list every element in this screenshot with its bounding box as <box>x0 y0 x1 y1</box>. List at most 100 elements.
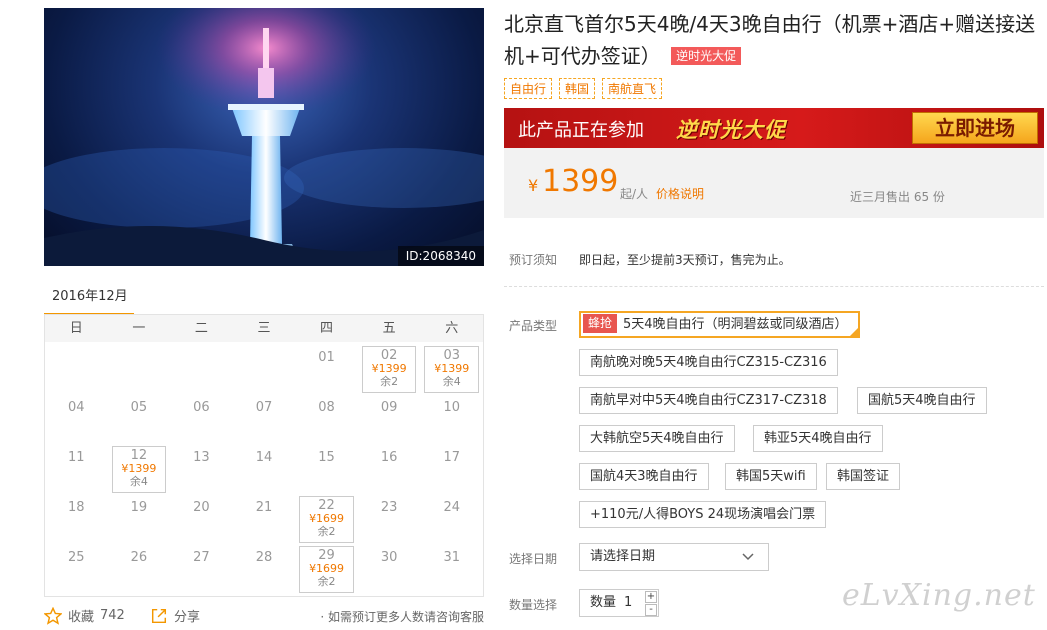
calendar-day: 09 <box>358 394 421 444</box>
day-remaining: 余2 <box>380 375 399 388</box>
day-number: 25 <box>68 550 85 565</box>
quantity-stepper: 数量 1 + - <box>579 589 659 617</box>
product-hero-image: ID:2068340 <box>44 8 484 266</box>
calendar-day: 16 <box>358 444 421 494</box>
quantity-increase-button[interactable]: + <box>645 591 657 603</box>
price-box: ¥ 1399 起/人 价格说明 近三月售出 65 份 <box>504 148 1044 218</box>
product-option-selected[interactable]: 蜂抢 5天4晚自由行（明洞碧兹或同级酒店） <box>579 311 860 338</box>
calendar-day-available[interactable]: 02 ¥1399 余2 <box>358 344 421 394</box>
day-number: 13 <box>193 450 210 465</box>
calendar-day: 19 <box>108 494 171 544</box>
quantity-value[interactable]: 1 <box>624 590 632 616</box>
day-number: 30 <box>380 550 398 565</box>
product-option[interactable]: 南航晚对晚5天4晚自由行CZ315-CZ316 <box>579 349 838 376</box>
day-number: 02 <box>380 348 398 363</box>
calendar-day: 06 <box>170 394 233 444</box>
seoul-tower-illustration <box>44 8 484 266</box>
day-price: ¥1399 <box>434 362 470 375</box>
day-number: 03 <box>443 348 460 363</box>
enter-promo-button[interactable]: 立即进场 <box>912 112 1038 144</box>
weekday-label: 四 <box>320 321 334 336</box>
sold-count: 近三月售出 65 份 <box>850 190 945 204</box>
calendar-day <box>233 344 296 394</box>
day-number: 21 <box>255 500 273 515</box>
calendar-day: 21 <box>233 494 296 544</box>
notice-label: 预订须知 <box>509 253 558 267</box>
banner-brand: 逆时光大促 <box>676 118 786 142</box>
calendar-day: 20 <box>170 494 233 544</box>
favorite-label: 收藏 <box>68 610 95 625</box>
star-icon <box>44 606 62 625</box>
day-number: 07 <box>255 400 273 415</box>
promo-banner[interactable]: 此产品正在参加 逆时光大促 立即进场 <box>504 108 1044 148</box>
product-option[interactable]: +110元/人得BOYS 24现场演唱会门票 <box>579 501 827 528</box>
calendar-day: 07 <box>233 394 296 444</box>
calendar-day-available[interactable]: 03 ¥1399 余4 <box>420 344 483 394</box>
day-number: 18 <box>68 500 85 515</box>
day-number: 05 <box>130 400 148 415</box>
weekday-label: 六 <box>445 321 459 336</box>
calendar-day: 05 <box>108 394 171 444</box>
promo-badge: 逆时光大促 <box>671 47 742 65</box>
quantity-decrease-button[interactable]: - <box>645 604 657 616</box>
product-option[interactable]: 大韩航空5天4晚自由行 <box>579 425 735 452</box>
calendar-day: 17 <box>420 444 483 494</box>
price-unit: 起/人 <box>620 187 649 201</box>
date-select[interactable]: 请选择日期 <box>579 543 769 571</box>
tag-airline[interactable]: 南航直飞 <box>602 78 663 99</box>
day-number: 19 <box>130 500 148 515</box>
product-type-label: 产品类型 <box>509 319 558 333</box>
day-number: 04 <box>68 400 85 415</box>
calendar-day-available[interactable]: 29 ¥1699 余2 <box>295 544 358 594</box>
day-number: 22 <box>318 498 335 513</box>
product-option[interactable]: 国航4天3晚自由行 <box>579 463 709 490</box>
day-number: 16 <box>380 450 398 465</box>
calendar-day-available[interactable]: 22 ¥1699 余2 <box>295 494 358 544</box>
share-icon <box>151 608 167 623</box>
day-price: ¥1399 <box>371 362 407 375</box>
calendar-day: 24 <box>420 494 483 544</box>
share-button[interactable]: 分享 <box>150 606 200 625</box>
calendar-day: 30 <box>358 544 421 594</box>
weekday-label: 一 <box>132 321 146 336</box>
product-title-block: 北京直飞首尔5天4晚/4天3晚自由行（机票+酒店+赠送接送机+可代办签证） 逆时… <box>504 8 1039 72</box>
day-number: 09 <box>380 400 398 415</box>
day-price: ¥1699 <box>309 512 345 525</box>
calendar-day-grid: 01 02 ¥1399 余2 03 ¥1399 余4 04 05 06 07 08 09 10 11 12 ¥1… <box>45 342 483 594</box>
day-remaining: 余4 <box>442 375 461 388</box>
consult-service-link[interactable]: · 如需预订更多人数请咨询客服 <box>320 608 484 625</box>
site-watermark: eLvXing.net <box>842 578 1036 613</box>
price-amount: 1399 <box>542 164 619 199</box>
product-title: 北京直飞首尔5天4晚/4天3晚自由行（机票+酒店+赠送接送机+可代办签证） <box>504 12 1036 68</box>
day-number: 28 <box>255 550 273 565</box>
chevron-down-icon <box>742 553 754 561</box>
calendar-day: 25 <box>45 544 108 594</box>
product-option[interactable]: 韩国签证 <box>826 463 901 490</box>
product-actions: 收藏 742 分享 · 如需预订更多人数请咨询客服 <box>44 604 484 628</box>
day-number: 15 <box>318 450 335 465</box>
day-number: 01 <box>318 350 335 365</box>
calendar-day: 27 <box>170 544 233 594</box>
day-number <box>108 344 171 350</box>
selected-corner-mark <box>849 328 858 336</box>
day-number: 12 <box>130 448 148 463</box>
price-explanation-link[interactable]: 价格说明 <box>656 185 704 202</box>
calendar-day: 31 <box>420 544 483 594</box>
day-number: 17 <box>443 450 460 465</box>
day-number <box>45 344 108 350</box>
option-label: 5天4晚自由行（明洞碧兹或同级酒店） <box>623 317 848 332</box>
favorite-button[interactable]: 收藏 742 <box>44 606 125 625</box>
day-number: 26 <box>130 550 148 565</box>
product-option[interactable]: 南航早对中5天4晚自由行CZ317-CZ318 <box>579 387 838 414</box>
calendar-day-available[interactable]: 12 ¥1399 余4 <box>108 444 171 494</box>
calendar-day: 08 <box>295 394 358 444</box>
product-option[interactable]: 韩亚5天4晚自由行 <box>753 425 883 452</box>
calendar-month-tab[interactable]: 2016年12月 <box>44 286 134 316</box>
tag-free-travel[interactable]: 自由行 <box>504 78 553 99</box>
product-option[interactable]: 韩国5天wifi <box>725 463 817 490</box>
tag-korea[interactable]: 韩国 <box>559 78 596 99</box>
share-label: 分享 <box>174 610 201 625</box>
calendar-day: 28 <box>233 544 296 594</box>
day-number: 11 <box>68 450 85 465</box>
product-option[interactable]: 国航5天4晚自由行 <box>857 387 987 414</box>
